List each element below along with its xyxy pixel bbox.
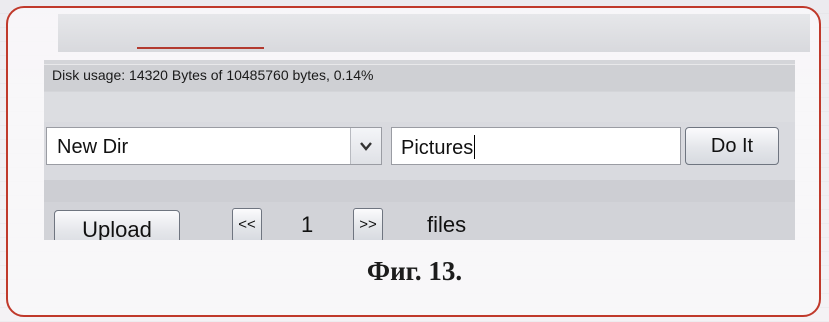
tab-underline: [137, 47, 264, 49]
disk-usage-text: Disk usage: 14320 Bytes of 10485760 byte…: [52, 67, 374, 83]
do-it-button[interactable]: Do It: [685, 127, 779, 165]
select-dropdown-button[interactable]: [350, 128, 381, 164]
chevron-down-icon: [360, 142, 372, 151]
files-label: files: [427, 212, 467, 237]
folder-name-value: Pictures: [401, 137, 474, 159]
text-caret: [474, 135, 476, 159]
upload-button[interactable]: Upload: [54, 210, 180, 240]
folder-name-input[interactable]: Pictures: [391, 127, 681, 165]
prev-page-button[interactable]: <<: [232, 208, 262, 240]
figure-caption: Фиг. 13.: [366, 256, 463, 286]
action-select[interactable]: New Dir: [46, 127, 382, 165]
action-select-value: New Dir: [57, 136, 129, 158]
spacer-band: [44, 92, 795, 122]
spacer-band-2: [44, 180, 795, 202]
files-toolbar: Upload << 1 >> files: [44, 202, 795, 240]
page-number: 1: [301, 212, 314, 237]
next-page-button[interactable]: >>: [353, 208, 383, 240]
